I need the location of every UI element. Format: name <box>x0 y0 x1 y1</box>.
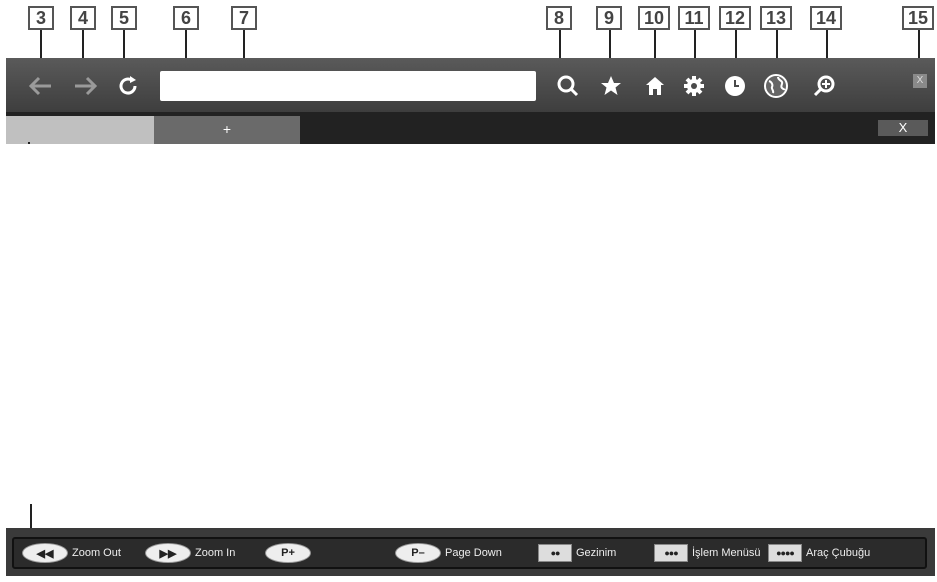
callout-7: 7 <box>231 6 257 30</box>
fast-forward-icon: ▶▶ <box>145 543 191 563</box>
zoom-in-icon[interactable] <box>809 70 839 102</box>
four-dots-icon: ●●●● <box>768 544 802 562</box>
callout-6: 6 <box>173 6 199 30</box>
zoom-out-label: Zoom Out <box>72 547 121 559</box>
home-icon[interactable] <box>640 70 670 102</box>
callout-11: 11 <box>678 6 710 30</box>
toolbar-key[interactable]: ●●●● Araç Çubuğu <box>768 543 870 563</box>
callout-12: 12 <box>719 6 751 30</box>
callout-8: 8 <box>546 6 572 30</box>
operation-menu-label: İşlem Menüsü <box>692 547 761 559</box>
rewind-icon: ◀◀ <box>22 543 68 563</box>
close-tab-button[interactable]: X <box>878 120 928 136</box>
page-up-icon: P+ <box>265 543 311 563</box>
window-close-button[interactable]: X <box>913 74 927 88</box>
callout-5: 5 <box>111 6 137 30</box>
callout-3: 3 <box>28 6 54 30</box>
gear-icon[interactable] <box>679 70 709 102</box>
refresh-icon[interactable] <box>113 70 143 102</box>
clock-icon[interactable] <box>720 70 750 102</box>
navigation-key[interactable]: ●● Gezinim <box>538 543 616 563</box>
callout-14: 14 <box>810 6 842 30</box>
zoom-in-label: Zoom In <box>195 547 236 559</box>
globe-icon[interactable] <box>761 70 791 102</box>
star-icon[interactable] <box>596 70 626 102</box>
forward-arrow-icon[interactable] <box>71 70 101 102</box>
two-dots-icon: ●● <box>538 544 572 562</box>
page-content[interactable] <box>6 144 935 528</box>
search-icon[interactable] <box>553 70 583 102</box>
callout-13: 13 <box>760 6 792 30</box>
page-up-key[interactable]: P+ <box>265 543 311 563</box>
page-down-key[interactable]: P– Page Down <box>395 543 502 563</box>
tab-active[interactable] <box>6 116 154 144</box>
zoom-out-key[interactable]: ◀◀ Zoom Out <box>22 543 121 563</box>
toolbar-label: Araç Çubuğu <box>806 547 871 559</box>
page-down-label: Page Down <box>445 547 502 559</box>
zoom-in-key[interactable]: ▶▶ Zoom In <box>145 543 235 563</box>
url-input[interactable] <box>160 71 536 101</box>
new-tab-button[interactable]: + <box>154 116 300 144</box>
callout-4: 4 <box>70 6 96 30</box>
callout-10: 10 <box>638 6 670 30</box>
callout-9: 9 <box>596 6 622 30</box>
operation-menu-key[interactable]: ●●● İşlem Menüsü <box>654 543 760 563</box>
callout-15: 15 <box>902 6 934 30</box>
three-dots-icon: ●●● <box>654 544 688 562</box>
page-down-icon: P– <box>395 543 441 563</box>
navigation-label: Gezinim <box>576 547 617 559</box>
back-arrow-icon[interactable] <box>25 70 55 102</box>
